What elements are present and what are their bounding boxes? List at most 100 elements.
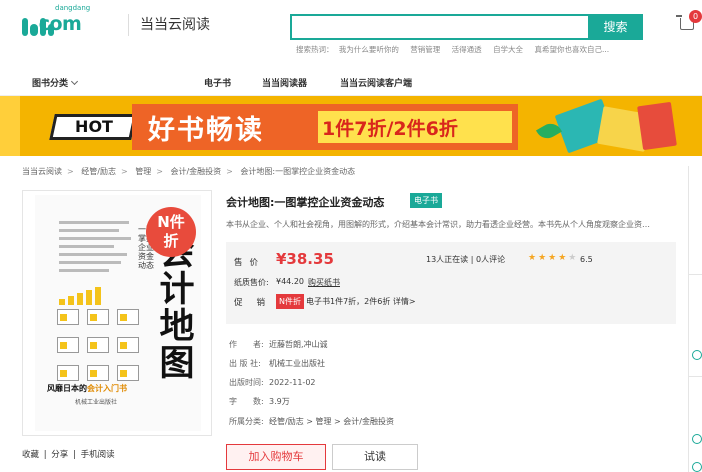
chevron-down-icon <box>70 77 79 86</box>
breadcrumb-current: 会计地图:一图掌控企业资金动态 <box>240 167 356 176</box>
meta-publish-date: 出版时间: 2022-11-02 <box>229 377 316 388</box>
book-actions: 收藏 | 分享 | 手机阅读 <box>22 448 117 460</box>
buy-paper-book-link[interactable]: 购买纸书 <box>308 277 340 288</box>
banner-hot-label: HOT <box>75 117 113 136</box>
meta-publisher: 出 版 社: 机械工业出版社 <box>229 358 325 369</box>
empty-star: ★ <box>568 253 579 263</box>
divider <box>689 274 702 275</box>
cover-artwork: 一图掌控企业资金动态 会计地图 N件 折 风靡日本的会计入门书 机械工业出版社 <box>35 195 201 431</box>
cover-title: 会计地图 <box>159 235 195 384</box>
promo-banner[interactable]: HOT 好书畅读 1件7折/2件6折 <box>0 96 702 156</box>
promo-text: 电子书1件7折，2件6折 <box>306 297 391 306</box>
logo-divider <box>128 14 129 36</box>
side-item-icon[interactable] <box>692 462 702 472</box>
search-input[interactable] <box>290 14 588 40</box>
star-rating-icon: ★★★★★ <box>528 253 578 263</box>
meta-word-count: 字 数: 3.9万 <box>229 396 290 407</box>
meta-key: 所属分类: <box>229 417 264 426</box>
badge-line: N件 <box>157 213 185 231</box>
side-item-icon[interactable] <box>692 350 702 360</box>
hot-word[interactable]: 活得通透 <box>452 45 482 54</box>
meta-author: 作 者: 近藤哲朗,冲山诚 <box>229 339 328 350</box>
book-description: 本书从企业、个人和社会视角，用图解的形式，介绍基本会计常识，助力看透企业经营。本… <box>226 220 650 229</box>
breadcrumb: 当当云阅读 > 经管/励志 > 管理 > 会计/金融投资 > 会计地图:一图掌控企业资金… <box>22 166 360 177</box>
trial-read-button[interactable]: 试读 <box>332 444 418 470</box>
breadcrumb-item[interactable]: 会计/金融投资 <box>170 167 221 176</box>
logo-text-small: dangdang <box>55 4 91 12</box>
meta-value: 3.9万 <box>269 397 290 406</box>
cover-tagline-highlight: 会计入门书 <box>87 384 127 393</box>
breadcrumb-item[interactable]: 管理 <box>135 167 151 176</box>
badge-line: 折 <box>163 232 179 250</box>
hot-search-label: 搜索热词： <box>296 45 334 54</box>
promo-tag: N件折 <box>276 294 304 309</box>
category-links[interactable]: 经管/励志 > 管理 > 会计/金融投资 <box>269 417 394 426</box>
action-separator: | <box>73 450 76 460</box>
favorite-link[interactable]: 收藏 <box>22 450 39 460</box>
promo-details-link[interactable]: 详情> <box>393 297 416 306</box>
breadcrumb-separator: > <box>120 167 128 176</box>
meta-key: 字 数: <box>229 397 264 406</box>
mobile-read-link[interactable]: 手机阅读 <box>81 450 115 460</box>
ebook-type-tag: 电子书 <box>410 193 442 208</box>
cover-tagline-prefix: 风靡日本的 <box>47 384 87 393</box>
hot-word[interactable]: 我为什么要听你的 <box>339 45 399 54</box>
price-label: 售价 <box>234 258 266 268</box>
share-link[interactable]: 分享 <box>51 450 68 460</box>
meta-key: 作 者: <box>229 340 264 349</box>
paper-price-value: ¥44.20 <box>276 277 304 286</box>
hot-search-words: 搜索热词： 我为什么要听你的 营销管理 活得通透 自学大全 真希望你也喜欢自己.… <box>296 44 618 55</box>
search-button[interactable]: 搜索 <box>588 14 643 40</box>
banner-stripe <box>0 96 20 156</box>
site-name[interactable]: 当当云阅读 <box>140 14 210 34</box>
breadcrumb-separator: > <box>226 167 233 176</box>
cover-bar-chart-icon <box>59 285 137 305</box>
reading-info: 13人正在读 | 0人评论 <box>426 254 505 265</box>
author-link[interactable]: 近藤哲朗,冲山诚 <box>269 340 328 349</box>
book-cover[interactable]: 一图掌控企业资金动态 会计地图 N件 折 风靡日本的会计入门书 机械工业出版社 <box>22 190 212 436</box>
hot-word[interactable]: 自学大全 <box>493 45 523 54</box>
rating-score: 6.5 <box>580 255 593 264</box>
divider <box>689 376 702 377</box>
nav-ebook[interactable]: 电子书 <box>204 76 231 89</box>
main-nav: 图书分类 电子书 当当阅读器 当当云阅读客户端 <box>0 70 702 96</box>
breadcrumb-item[interactable]: 经管/励志 <box>81 167 116 176</box>
right-side-panel <box>688 166 702 472</box>
breadcrumb-item[interactable]: 当当云阅读 <box>22 167 62 176</box>
cover-publisher: 机械工业出版社 <box>75 399 118 406</box>
side-item-icon[interactable] <box>692 434 702 444</box>
action-separator: | <box>43 450 47 460</box>
banner-books-illustration <box>530 98 690 154</box>
add-to-cart-button[interactable]: 加入购物车 <box>226 444 326 470</box>
price-value: ¥38.35 <box>276 250 334 268</box>
hot-word[interactable]: 真希望你也喜欢自己... <box>534 45 609 54</box>
n-item-discount-badge: N件 折 <box>146 207 196 257</box>
banner-title: 好书畅读 <box>148 115 264 146</box>
paper-price-label: 纸质售价: <box>234 278 269 287</box>
site-header: dangdang .com 当当云阅读 搜索 搜索热词： 我为什么要听你的 营销… <box>0 0 702 70</box>
promo-text-line: 电子书1件7折，2件6折 详情> <box>306 296 416 307</box>
nav-category-label: 图书分类 <box>32 79 69 89</box>
hot-word[interactable]: 营销管理 <box>410 45 440 54</box>
logo-text-big: .com <box>32 13 82 35</box>
readers-count: 13人正在读 <box>426 255 469 264</box>
breadcrumb-separator: > <box>156 167 163 176</box>
cover-tagline: 风靡日本的会计入门书 <box>47 383 127 394</box>
publisher-link[interactable]: 机械工业出版社 <box>269 359 325 368</box>
meta-key: 出 版 社: <box>229 359 261 368</box>
nav-category-dropdown[interactable]: 图书分类 <box>32 76 79 89</box>
price-panel: 售价 ¥38.35 13人正在读 | 0人评论 ★★★★★ 6.5 纸质售价: … <box>226 242 676 324</box>
nav-client[interactable]: 当当云阅读客户端 <box>340 76 412 89</box>
filled-stars: ★★★★ <box>528 253 569 263</box>
reviews-count[interactable]: 0人评论 <box>476 255 505 264</box>
breadcrumb-separator: > <box>67 167 74 176</box>
cover-text-block <box>59 221 133 277</box>
cover-diagram-grid <box>57 309 147 383</box>
book-illustration-icon <box>637 101 677 151</box>
banner-promo-text: 1件7折/2件6折 <box>322 118 458 140</box>
nav-reader[interactable]: 当当阅读器 <box>262 76 307 89</box>
cart-count-badge: 0 <box>689 10 702 23</box>
meta-category: 所属分类: 经管/励志 > 管理 > 会计/金融投资 <box>229 416 394 427</box>
book-title: 会计地图:一图掌控企业资金动态 <box>226 196 385 209</box>
meta-key: 出版时间: <box>229 378 264 387</box>
